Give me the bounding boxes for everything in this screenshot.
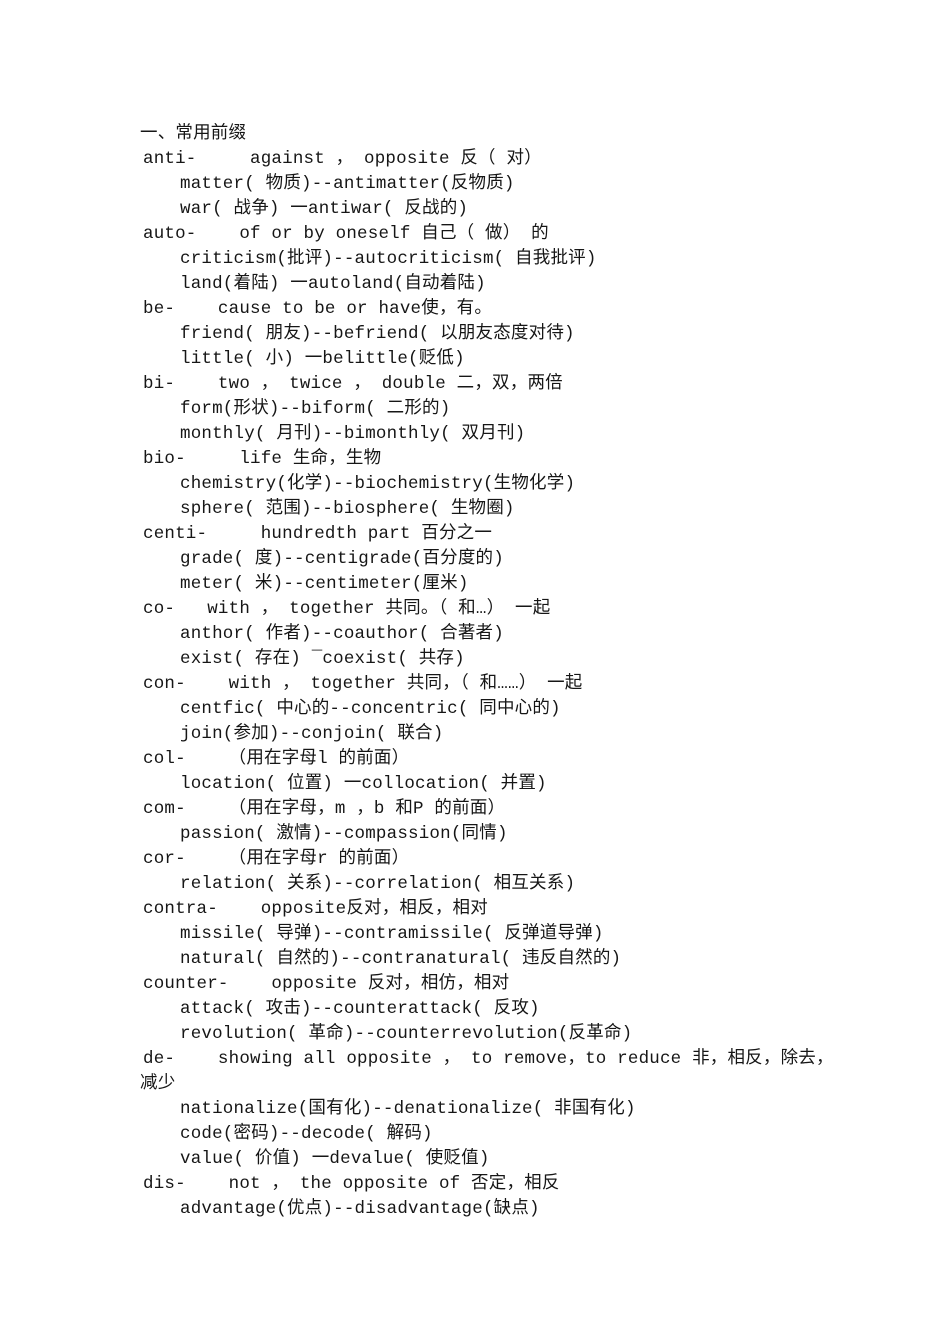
prefix-example: code(密码)--decode( 解码) [180, 1124, 433, 1144]
prefix-entry-anti: anti- against ， opposite 反（ 对） matter( 物… [140, 147, 930, 222]
prefix-entry-con: con- with ， together 共同，（ 和……） 一起 centfi… [140, 672, 930, 747]
prefix-example: sphere( 范围)--biosphere( 生物圈) [180, 499, 515, 519]
prefix-heading: centi- hundredth part 百分之一 [143, 524, 493, 544]
prefix-example: natural( 自然的)--contranatural( 违反自然的) [180, 949, 622, 969]
prefix-example: nationalize(国有化)--denationalize( 非国有化) [180, 1099, 636, 1119]
prefix-entry-col: col- （用在字母l 的前面） location( 位置) 一collocat… [140, 747, 930, 797]
prefix-entry-auto: auto- of or by oneself 自己（ 做） 的 criticis… [140, 222, 930, 297]
prefix-example: little( 小) 一belittle(贬低) [180, 349, 465, 369]
prefix-example: form(形状)--biform( 二形的) [180, 399, 451, 419]
prefix-entry-contra: contra- opposite反对，相反，相对 missile( 导弹)--c… [140, 897, 930, 972]
prefix-heading: dis- not ， the opposite of 否定，相反 [143, 1174, 560, 1194]
prefix-example: war( 战争) 一antiwar( 反战的) [180, 199, 469, 219]
prefix-heading-wrap: 减少 [140, 1074, 176, 1094]
prefix-heading: be- cause to be or have使，有。 [143, 299, 493, 319]
prefix-entry-com: com- （用在字母，m ，b 和P 的前面） passion( 激情)--co… [140, 797, 930, 847]
prefix-heading: co- with ， together 共同。（ 和…） 一起 [143, 599, 551, 619]
prefix-example: advantage(优点)--disadvantage(缺点) [180, 1199, 540, 1219]
prefix-heading: com- （用在字母，m ，b 和P 的前面） [143, 799, 506, 819]
prefix-entry-dis: dis- not ， the opposite of 否定，相反 advanta… [140, 1172, 930, 1222]
prefix-heading: counter- opposite 反对，相仿，相对 [143, 974, 510, 994]
prefix-entry-counter: counter- opposite 反对，相仿，相对 attack( 攻击)--… [140, 972, 930, 1047]
prefix-entry-centi: centi- hundredth part 百分之一 grade( 度)--ce… [140, 522, 930, 597]
prefix-heading: contra- opposite反对，相反，相对 [143, 899, 488, 919]
prefix-example: chemistry(化学)--biochemistry(生物化学) [180, 474, 576, 494]
prefix-entry-bio: bio- life 生命，生物 chemistry(化学)--biochemis… [140, 447, 930, 522]
prefix-heading: auto- of or by oneself 自己（ 做） 的 [143, 224, 549, 244]
prefix-example: meter( 米)--centimeter(厘米) [180, 574, 469, 594]
prefix-example: passion( 激情)--compassion(同情) [180, 824, 508, 844]
prefix-entry-cor: cor- （用在字母r 的前面） relation( 关系)--correlat… [140, 847, 930, 897]
prefix-entry-be: be- cause to be or have使，有。 friend( 朋友)-… [140, 297, 930, 372]
prefix-example: join(参加)--conjoin( 联合) [180, 724, 444, 744]
prefix-example: criticism(批评)--autocriticism( 自我批评) [180, 249, 597, 269]
prefix-example: anthor( 作者)--coauthor( 合著者) [180, 624, 504, 644]
prefix-heading: bio- life 生命，生物 [143, 449, 382, 469]
prefix-example: matter( 物质)--antimatter(反物质) [180, 174, 515, 194]
prefix-heading: col- （用在字母l 的前面） [143, 749, 410, 769]
prefix-example: relation( 关系)--correlation( 相互关系) [180, 874, 576, 894]
prefix-heading: bi- two ， twice ， double 二，双，两倍 [143, 374, 563, 394]
document-body: 一、常用前缀 anti- against ， opposite 反（ 对） ma… [140, 122, 930, 1222]
prefix-example: revolution( 革命)--counterrevolution(反革命) [180, 1024, 633, 1044]
prefix-example: attack( 攻击)--counterattack( 反攻) [180, 999, 540, 1019]
prefix-heading: anti- against ， opposite 反（ 对） [143, 149, 542, 169]
prefix-heading: de- showing all opposite ， to remove，to … [143, 1049, 834, 1069]
prefix-example: centfic( 中心的--concentric( 同中心的) [180, 699, 561, 719]
prefix-entry-de: de- showing all opposite ， to remove，to … [140, 1047, 930, 1172]
prefix-example: exist( 存在) ‾coexist( 共存) [180, 649, 465, 669]
prefix-example: friend( 朋友)--befriend( 以朋友态度对待) [180, 324, 575, 344]
prefix-heading: con- with ， together 共同，（ 和……） 一起 [143, 674, 583, 694]
section-title: 一、常用前缀 [140, 124, 247, 144]
prefix-example: monthly( 月刊)--bimonthly( 双月刊) [180, 424, 526, 444]
prefix-example: location( 位置) 一collocation( 并置) [180, 774, 547, 794]
document-page: 一、常用前缀 anti- against ， opposite 反（ 对） ma… [0, 0, 950, 1344]
prefix-entry-bi: bi- two ， twice ， double 二，双，两倍 form(形状)… [140, 372, 930, 447]
prefix-example: land(着陆) 一autoland(自动着陆) [180, 274, 486, 294]
prefix-example: missile( 导弹)--contramissile( 反弹道导弹) [180, 924, 604, 944]
prefix-entry-co: co- with ， together 共同。（ 和…） 一起 anthor( … [140, 597, 930, 672]
prefix-example: value( 价值) 一devalue( 使贬值) [180, 1149, 490, 1169]
prefix-heading: cor- （用在字母r 的前面） [143, 849, 410, 869]
prefix-example: grade( 度)--centigrade(百分度的) [180, 549, 504, 569]
